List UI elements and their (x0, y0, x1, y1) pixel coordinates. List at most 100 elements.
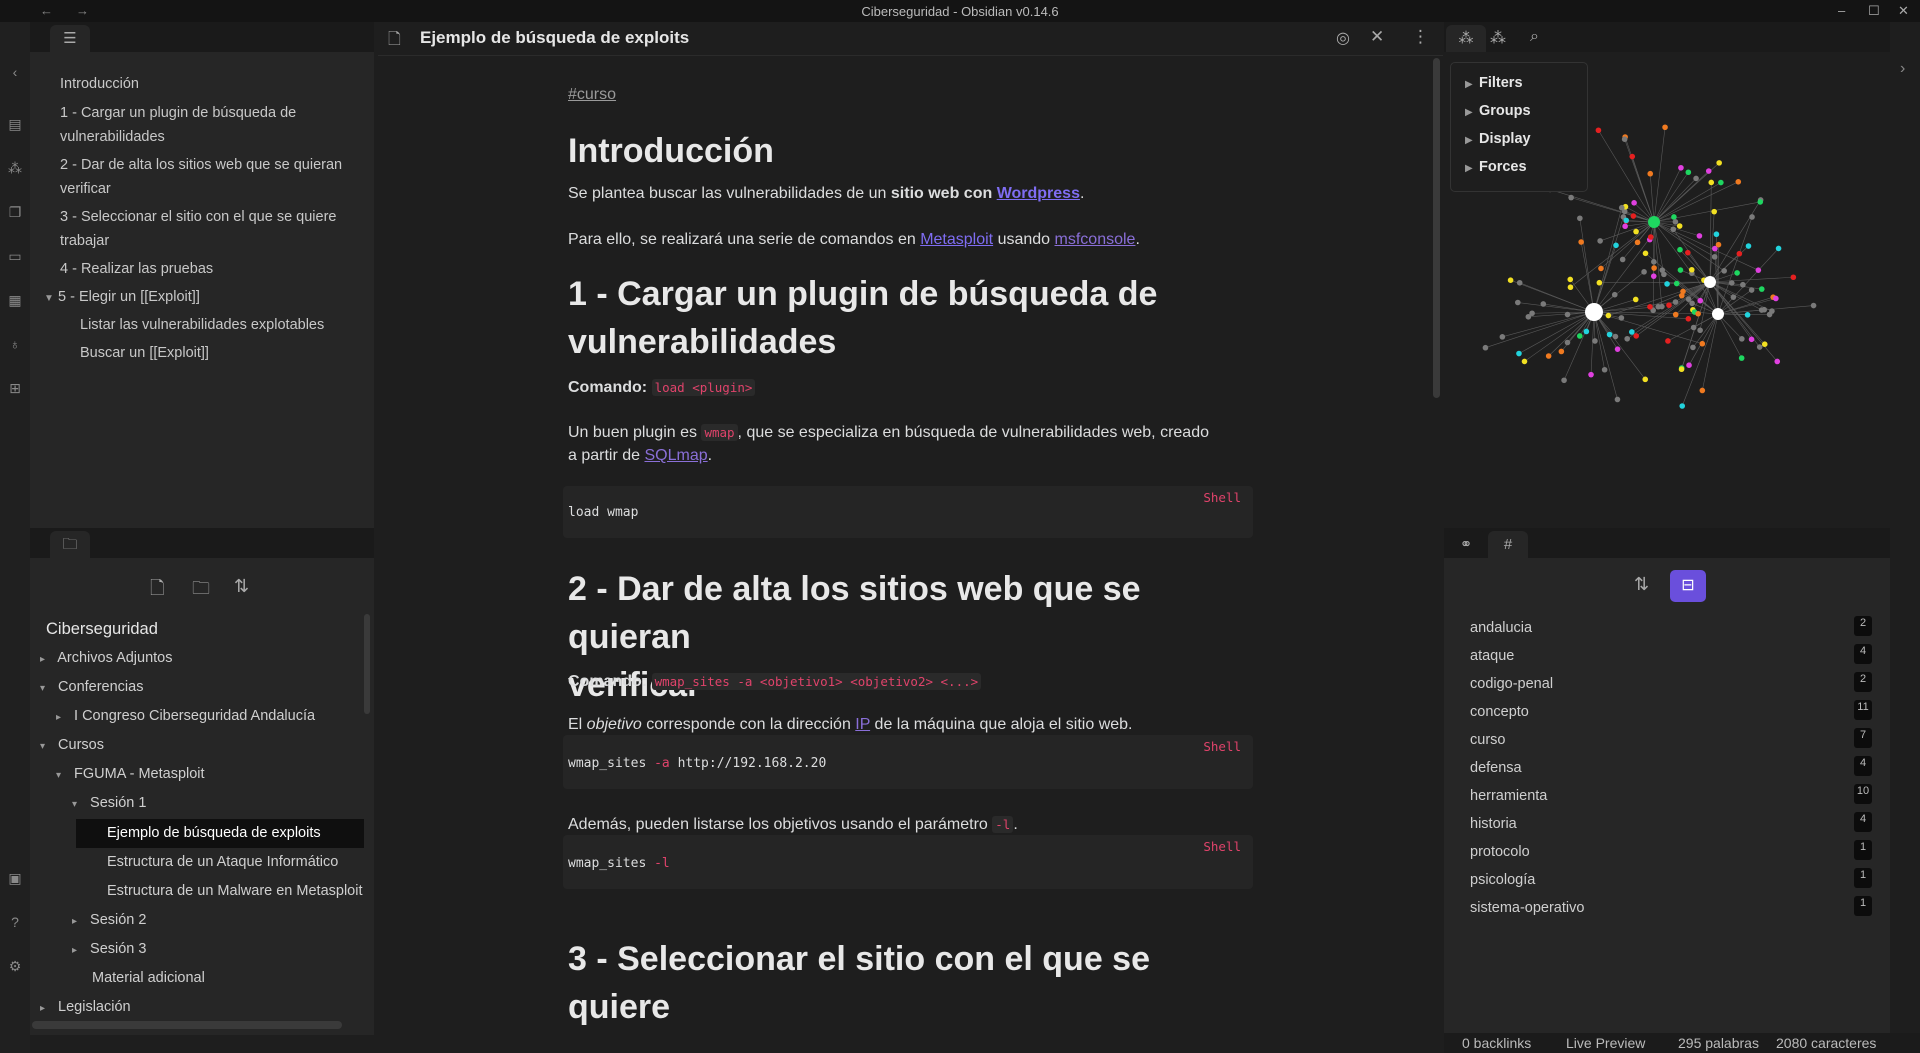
tag-item[interactable]: andalucia (1470, 620, 1532, 636)
tag-item[interactable]: codigo-penal (1470, 676, 1553, 692)
folder-item[interactable]: ▸ Sesión 2 (72, 906, 360, 935)
graph-hub-node[interactable] (1585, 303, 1603, 321)
graph-node[interactable] (1611, 291, 1618, 298)
graph-node[interactable] (1629, 153, 1636, 160)
graph-hub-node[interactable] (1648, 216, 1660, 228)
copy-icon[interactable]: ❐ (7, 204, 23, 220)
graph-node[interactable] (1690, 324, 1697, 331)
local-graph-icon[interactable]: ⁂ (1490, 28, 1506, 48)
graph-node[interactable] (1583, 328, 1590, 335)
code-block[interactable]: Shell wmap_sites -l (563, 835, 1253, 889)
minimize-button[interactable]: – (1838, 3, 1845, 18)
outline-item[interactable]: 4 - Realizar las pruebas (60, 257, 213, 281)
graph-node[interactable] (1521, 358, 1528, 365)
metasploit-link[interactable]: Metasploit (920, 231, 993, 248)
explorer-hscrollbar[interactable] (32, 1021, 342, 1029)
graph-node[interactable] (1630, 213, 1637, 219)
graph-node[interactable] (1650, 273, 1657, 279)
graph-node[interactable] (1499, 334, 1506, 340)
graph-node[interactable] (1745, 243, 1752, 249)
graph-node[interactable] (1622, 223, 1628, 230)
outline-item[interactable]: ▼ 5 - Elegir un [[Exploit]] (44, 285, 200, 311)
graph-icon[interactable]: ⁂ (7, 160, 23, 176)
graph-node[interactable] (1664, 281, 1670, 287)
caret-down-icon[interactable]: ▼ (44, 287, 58, 311)
graph-node[interactable] (1516, 350, 1522, 357)
graph-node[interactable] (1558, 348, 1565, 355)
file-item[interactable]: Estructura de un Ataque Informático (107, 848, 364, 877)
graph-node[interactable] (1641, 269, 1647, 275)
tag-item[interactable]: concepto (1470, 704, 1529, 720)
graph-node[interactable] (1647, 304, 1653, 310)
sort-icon[interactable]: ⇅ (234, 576, 249, 597)
graph-node[interactable] (1588, 371, 1594, 378)
graph-node[interactable] (1774, 358, 1781, 365)
backlinks-count[interactable]: 0 backlinks (1462, 1035, 1531, 1051)
graph-node[interactable] (1739, 336, 1745, 342)
outline-item[interactable]: Buscar un [[Exploit]] (80, 341, 209, 365)
file-item-active[interactable]: Ejemplo de búsqueda de exploits (76, 819, 364, 848)
graph-node[interactable] (1736, 250, 1743, 257)
folder-item[interactable]: ▾ Cursos (40, 731, 360, 760)
graph-node[interactable] (1665, 338, 1671, 344)
new-note-icon[interactable]: 🗋 (150, 576, 164, 606)
graph-node[interactable] (1629, 329, 1635, 335)
graph-node[interactable] (1676, 223, 1683, 229)
settings-icon[interactable]: ⚙ (7, 958, 23, 974)
graph-node[interactable] (1699, 340, 1706, 347)
graph-node[interactable] (1790, 274, 1797, 281)
table-icon[interactable]: ⊞ (7, 380, 23, 396)
graph-node[interactable] (1761, 341, 1768, 347)
vault-name[interactable]: Ciberseguridad (46, 620, 158, 639)
code-block[interactable]: Shell wmap_sites -a http://192.168.2.20 (563, 735, 1253, 789)
graph-node[interactable] (1564, 311, 1571, 318)
backlinks-tab-icon[interactable]: ⚭ (1446, 531, 1486, 558)
graph-node[interactable] (1618, 315, 1625, 321)
groups-toggle[interactable]: ▶ Groups (1465, 103, 1531, 119)
folder-item[interactable]: ▸ I Congreso Ciberseguridad Andalucía (56, 702, 360, 731)
graph-node[interactable] (1540, 301, 1547, 307)
graph-hub-node[interactable] (1704, 276, 1716, 288)
graph-node[interactable] (1612, 333, 1619, 340)
graph-node[interactable] (1596, 279, 1603, 286)
graph-node[interactable] (1595, 127, 1602, 134)
graph-node[interactable] (1633, 228, 1639, 235)
graph-node[interactable] (1697, 327, 1703, 334)
tag-item[interactable]: ataque (1470, 648, 1514, 664)
graph-node[interactable] (1598, 265, 1604, 272)
graph-node[interactable] (1677, 267, 1684, 273)
editor-scroll-thumb[interactable] (1433, 58, 1440, 398)
close-window-button[interactable]: ✕ (1898, 3, 1909, 19)
graph-tab-icon[interactable]: ⁂ (1446, 25, 1486, 52)
graph-node[interactable] (1697, 297, 1704, 304)
filters-toggle[interactable]: ▶ Filters (1465, 75, 1523, 91)
graph-node[interactable] (1688, 266, 1695, 273)
graph-node[interactable] (1621, 136, 1628, 142)
outline-item[interactable]: Introducción (60, 72, 139, 96)
graph-node[interactable] (1618, 204, 1625, 211)
graph-node[interactable] (1678, 366, 1685, 373)
graph-node[interactable] (1758, 286, 1765, 292)
graph-node[interactable] (1775, 245, 1782, 252)
graph-node[interactable] (1685, 296, 1692, 302)
folder-item[interactable]: ▾ Sesión 1 (72, 789, 360, 818)
graph-node[interactable] (1679, 403, 1686, 409)
tag-item[interactable]: sistema-operativo (1470, 900, 1584, 916)
graph-node[interactable] (1711, 254, 1718, 260)
graph-node[interactable] (1623, 217, 1630, 224)
tag-item[interactable]: herramienta (1470, 788, 1547, 804)
graph-node[interactable] (1672, 219, 1679, 225)
graph-node[interactable] (1695, 310, 1701, 317)
graph-hub-node[interactable] (1712, 308, 1724, 320)
graph-node[interactable] (1577, 215, 1583, 222)
graph-node[interactable] (1670, 226, 1677, 233)
graph-node[interactable] (1740, 281, 1746, 288)
code-block[interactable]: Shell load wmap (563, 486, 1253, 538)
graph-node[interactable] (1685, 249, 1691, 256)
graph-node[interactable] (1529, 310, 1535, 317)
graph-node[interactable] (1647, 234, 1654, 240)
graph-node[interactable] (1651, 259, 1657, 265)
graph-node[interactable] (1605, 312, 1612, 319)
graph-node[interactable] (1716, 160, 1722, 166)
vault-icon[interactable]: ▣ (7, 870, 23, 886)
